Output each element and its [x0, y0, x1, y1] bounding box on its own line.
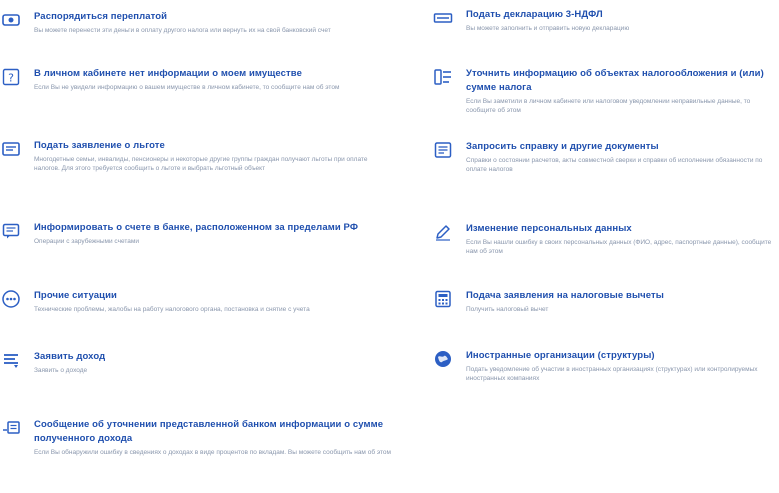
service-item-bank-income-clarification[interactable]: Сообщение об уточнении представленной ба… [0, 418, 392, 457]
income-icon [0, 350, 22, 370]
chat-icon [0, 221, 22, 241]
service-item-tax-deduction[interactable]: Подача заявления на налоговые вычеты Пол… [432, 289, 779, 314]
service-item-tax-objects-clarify[interactable]: Уточнить информацию об объектах налогооб… [432, 67, 779, 115]
declaration-icon [432, 8, 454, 28]
service-description: Вы можете заполнить и отправить новую де… [466, 25, 630, 32]
service-description: Вы можете перенести эти деньги в оплату … [34, 27, 331, 34]
service-description: Многодетные семьи, инвалиды, пенсионеры … [34, 156, 368, 172]
service-item-personal-data-change[interactable]: Изменение персональных данных Если Вы на… [432, 222, 779, 256]
service-description: Если Вы обнаружили ошибку в сведениях о … [34, 449, 392, 456]
service-item-3ndfl-declaration[interactable]: Подать декларацию 3-НДФЛ Вы можете запол… [432, 8, 779, 33]
request-icon [432, 140, 454, 160]
service-title[interactable]: Прочие ситуации [34, 289, 392, 303]
service-title[interactable]: Сообщение об уточнении представленной ба… [34, 418, 392, 446]
service-title[interactable]: Информировать о счете в банке, расположе… [34, 221, 392, 235]
service-item-declare-income[interactable]: Заявить доход Заявить о доходе [0, 350, 392, 375]
service-title[interactable]: Запросить справку и другие документы [466, 140, 779, 154]
service-item-foreign-bank-account[interactable]: Информировать о счете в банке, расположе… [0, 221, 392, 246]
service-description: Если Вы не увидели информацию о вашем им… [34, 84, 340, 91]
calculator-icon [432, 289, 454, 309]
service-item-property-info[interactable]: ? В личном кабинете нет информации о мое… [0, 67, 392, 92]
service-title[interactable]: Уточнить информацию об объектах налогооб… [466, 67, 779, 95]
service-title[interactable]: Подача заявления на налоговые вычеты [466, 289, 779, 303]
service-description: Если Вы заметили в личном кабинете или н… [466, 98, 751, 114]
service-item-other-situations[interactable]: Прочие ситуации Технические проблемы, жа… [0, 289, 392, 314]
service-item-benefit-application[interactable]: Подать заявление о льготе Многодетные се… [0, 139, 392, 173]
service-description: Технические проблемы, жалобы на работу н… [34, 306, 310, 313]
service-item-overpayment[interactable]: Распорядиться переплатой Вы можете перен… [0, 10, 392, 35]
globe-icon [432, 349, 454, 369]
list-icon [432, 67, 454, 87]
pencil-icon [432, 222, 454, 242]
service-title[interactable]: Заявить доход [34, 350, 392, 364]
service-item-request-certificate[interactable]: Запросить справку и другие документы Спр… [432, 140, 779, 174]
service-description: Справки о состоянии расчетов, акты совме… [466, 157, 763, 173]
service-item-foreign-organizations[interactable]: Иностранные организации (структуры) Пода… [432, 349, 779, 383]
bank-message-icon [0, 418, 22, 438]
service-title[interactable]: Иностранные организации (структуры) [466, 349, 779, 363]
svg-text:?: ? [8, 72, 14, 85]
document-icon [0, 139, 22, 159]
service-description: Получить налоговый вычет [466, 306, 549, 313]
more-icon [0, 289, 22, 309]
service-title[interactable]: Изменение персональных данных [466, 222, 779, 236]
service-title[interactable]: Подать заявление о льготе [34, 139, 392, 153]
hand-coins-icon [0, 10, 22, 30]
service-title[interactable]: Распорядиться переплатой [34, 10, 392, 24]
service-description: Подать уведомление об участии в иностран… [466, 366, 758, 382]
question-icon: ? [0, 67, 22, 87]
service-title[interactable]: В личном кабинете нет информации о моем … [34, 67, 392, 81]
service-description: Если Вы нашли ошибку в своих персональны… [466, 239, 772, 255]
service-description: Заявить о доходе [34, 367, 88, 374]
service-description: Операции с зарубежными счетами [34, 238, 140, 245]
service-title[interactable]: Подать декларацию 3-НДФЛ [466, 8, 779, 22]
